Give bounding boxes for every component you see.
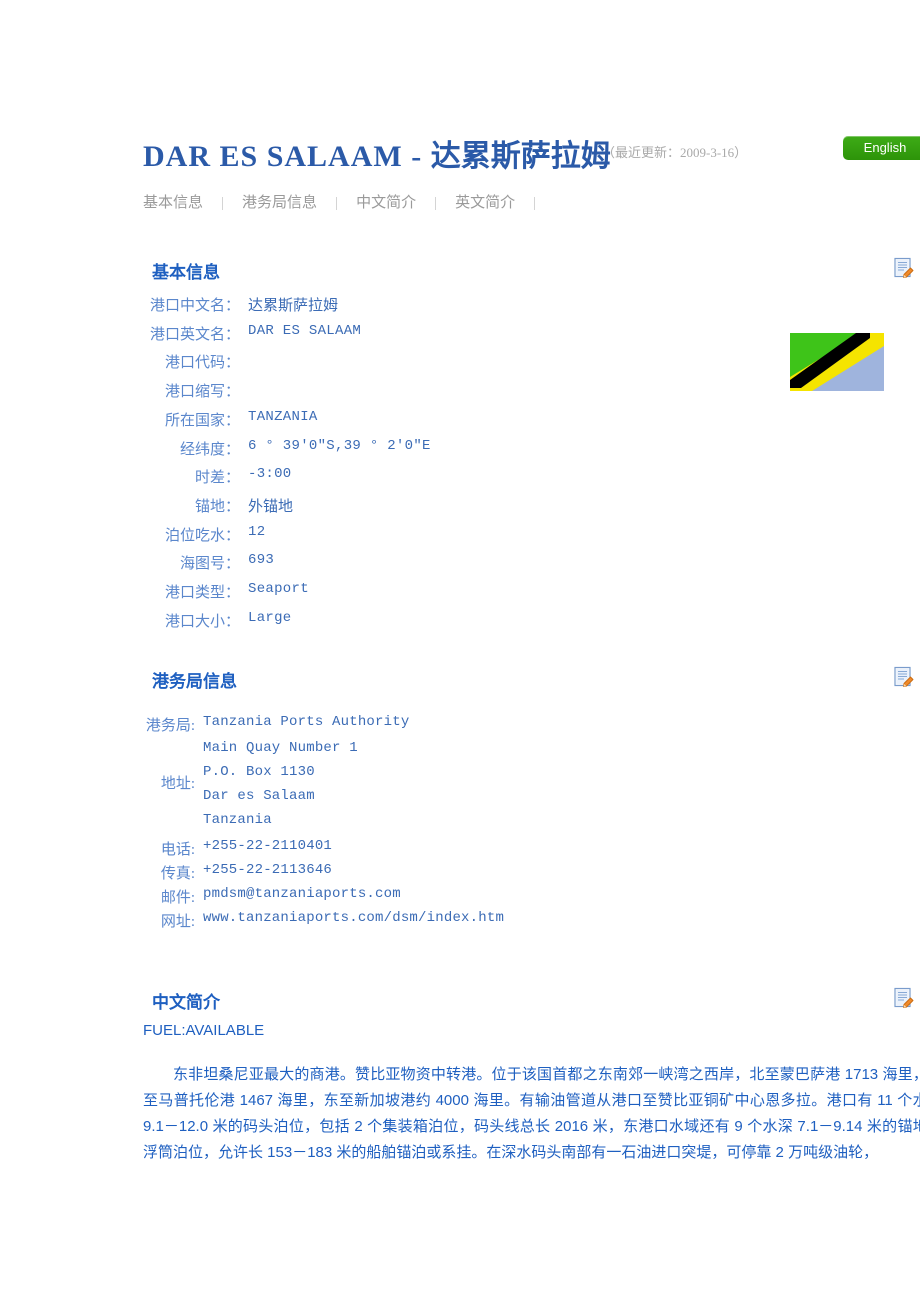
basic-info-value: Large (248, 609, 292, 626)
basic-info-label: 港口代码： (164, 355, 240, 372)
basic-info-row: 港口类型： Seaport (0, 581, 920, 609)
nav-separator: | (221, 195, 225, 211)
basic-info-row: 港口大小： Large (0, 610, 920, 638)
basic-info-value: TANZANIA (248, 408, 318, 425)
authority-fax-value: +255-22-2113646 (203, 862, 333, 878)
edit-pencil-icon[interactable] (893, 257, 915, 279)
nav-item-chinese-intro[interactable]: 中文简介 (356, 195, 416, 211)
authority-phone-value: +255-22-2110401 (203, 838, 333, 854)
basic-info-row: 泊位吃水： 12 (0, 524, 920, 552)
basic-info-value: 达累斯萨拉姆 (248, 298, 339, 314)
basic-info-label: 港口英文名： (149, 326, 240, 343)
address-line: Tanzania (203, 812, 272, 828)
authority-email-value[interactable]: pmdsm@tanzaniaports.com (203, 886, 401, 902)
page-title-english: DAR ES SALAAM (143, 140, 403, 173)
nav-item-english-intro[interactable]: 英文简介 (455, 195, 515, 211)
basic-info-row: 港口英文名： DAR ES SALAAM (0, 323, 920, 351)
address-line: P.O. Box 1130 (203, 764, 315, 780)
authority-fax-label: 传真: (160, 866, 195, 882)
basic-info-label: 港口大小： (164, 613, 240, 630)
basic-info-value: 693 (248, 552, 275, 569)
section-nav: 基本信息 | 港务局信息 | 中文简介 | 英文简介 | (143, 191, 554, 212)
language-switch-button[interactable]: English (843, 136, 920, 160)
chinese-intro-heading: 中文简介 (152, 993, 220, 1012)
basic-info-label: 经纬度： (179, 441, 240, 458)
basic-info-heading: 基本信息 (152, 263, 220, 282)
nav-separator: | (533, 195, 537, 211)
basic-info-row: 经纬度： 6 ° 39'0"S,39 ° 2'0"E (0, 438, 920, 466)
basic-info-label: 港口缩写： (164, 384, 240, 401)
basic-info-row: 所在国家： TANZANIA (0, 409, 920, 437)
nav-separator: | (335, 195, 339, 211)
authority-address-label: 地址: (160, 776, 195, 792)
basic-info-value: -3:00 (248, 466, 292, 483)
basic-info-row: 港口缩写： (0, 380, 920, 408)
authority-email-label: 邮件: (160, 890, 195, 906)
chinese-intro-body: 东非坦桑尼亚最大的商港。赞比亚物资中转港。位于该国首都之东南郊一峡湾之西岸，北至… (143, 1066, 920, 1161)
authority-name-value: Tanzania Ports Authority (203, 714, 410, 730)
basic-info-label: 时差： (194, 470, 240, 487)
nav-item-basic-info[interactable]: 基本信息 (143, 195, 203, 211)
page-title-chinese: 达累斯萨拉姆 (430, 140, 611, 173)
basic-info-label: 所在国家： (164, 412, 240, 429)
basic-info-label: 港口中文名： (149, 298, 240, 314)
basic-info-value: 12 (248, 523, 266, 540)
authority-heading: 港务局信息 (152, 672, 237, 691)
basic-info-row: 海图号： 693 (0, 552, 920, 580)
edit-pencil-icon[interactable] (893, 987, 915, 1009)
edit-pencil-icon[interactable] (893, 666, 915, 688)
page-header: DAR ES SALAAM - 达累斯萨拉姆 （最近更新：2009-3-16） … (0, 0, 920, 175)
basic-info-value: 外锚地 (248, 498, 294, 515)
authority-name-label: 港务局: (145, 718, 195, 734)
authority-address-lines: Main Quay Number 1 P.O. Box 1130 Dar es … (203, 736, 358, 832)
basic-info-label: 港口类型： (164, 585, 240, 601)
basic-info-row: 时差： -3:00 (0, 466, 920, 494)
page-title: DAR ES SALAAM - 达累斯萨拉姆 (143, 131, 611, 175)
fuel-status-text: FUEL:AVAILABLE (143, 1022, 265, 1039)
basic-info-value: Seaport (248, 581, 309, 597)
basic-info-row: 港口代码： (0, 351, 920, 379)
basic-info-label: 锚地： (194, 498, 240, 515)
address-line: Main Quay Number 1 (203, 740, 358, 756)
basic-info-row: 港口中文名： 达累斯萨拉姆 (0, 294, 920, 322)
nav-separator: | (434, 195, 438, 211)
basic-info-value: DAR ES SALAAM (248, 322, 362, 339)
page-title-separator: - (402, 140, 431, 173)
country-flag-tanzania (790, 333, 884, 391)
authority-phone-label: 电话: (160, 842, 195, 858)
address-line: Dar es Salaam (203, 788, 315, 804)
authority-website-label: 网址: (160, 914, 195, 930)
basic-info-value: 6 ° 39'0"S,39 ° 2'0"E (248, 437, 431, 454)
basic-info-row: 锚地： 外锚地 (0, 495, 920, 523)
authority-website-value[interactable]: www.tanzaniaports.com/dsm/index.htm (203, 910, 504, 926)
last-updated-text: （最近更新：2009-3-16） (602, 145, 748, 160)
basic-info-label: 泊位吃水： (164, 527, 240, 544)
nav-item-authority-info[interactable]: 港务局信息 (242, 195, 317, 211)
basic-info-label: 海图号： (179, 556, 240, 573)
